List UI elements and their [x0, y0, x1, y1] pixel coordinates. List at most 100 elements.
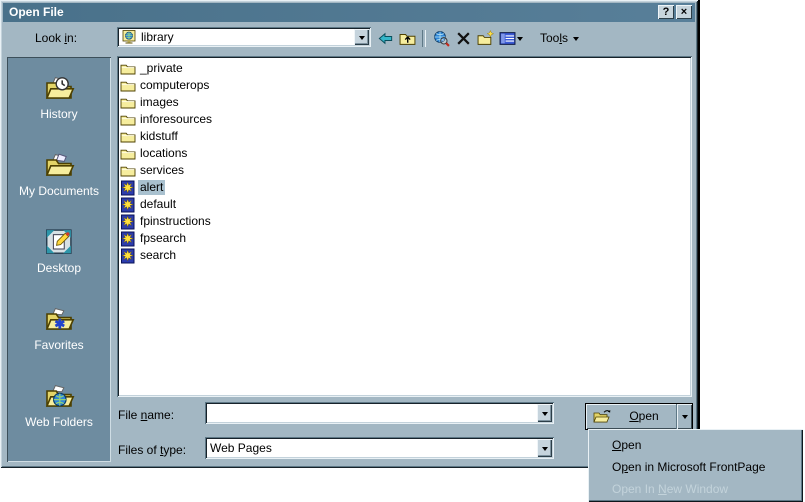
- file-name: services: [138, 163, 186, 178]
- file-name: fpinstructions: [138, 214, 213, 229]
- files-of-type-value: Web Pages: [210, 437, 272, 459]
- web-folder-icon: [121, 29, 137, 45]
- sidebar-item-label: Favorites: [34, 338, 83, 352]
- file-name: search: [138, 248, 178, 263]
- folder-icon: [120, 61, 136, 77]
- views-button[interactable]: [497, 28, 525, 48]
- sidebar-item-my-documents[interactable]: My Documents: [7, 151, 111, 198]
- list-item[interactable]: fpsearch: [120, 230, 689, 247]
- page-background: Open File ? × Look in: library Tools His…: [0, 0, 805, 502]
- chevron-down-icon: [359, 36, 365, 43]
- open-split-dropdown-button[interactable]: [676, 404, 692, 429]
- folder-icon: [120, 95, 136, 111]
- file-name-dropdown-button[interactable]: [537, 404, 552, 422]
- folder-icon: [120, 163, 136, 179]
- my-documents-icon: [42, 151, 76, 179]
- list-item[interactable]: inforesources: [120, 111, 689, 128]
- history-icon: [42, 74, 76, 102]
- sidebar-item-label: History: [40, 107, 77, 121]
- list-item[interactable]: search: [120, 247, 689, 264]
- chevron-down-icon: [542, 412, 548, 419]
- sidebar-item-web-folders[interactable]: Web Folders: [7, 382, 111, 429]
- back-arrow-icon: [377, 30, 394, 47]
- list-item[interactable]: fpinstructions: [120, 213, 689, 230]
- list-item[interactable]: computerops: [120, 77, 689, 94]
- open-button-label: Open: [616, 404, 672, 429]
- open-file-dialog: Open File ? × Look in: library Tools His…: [0, 0, 698, 468]
- file-name-input[interactable]: [209, 405, 532, 420]
- toolbar: Tools: [375, 28, 582, 48]
- help-button[interactable]: ?: [658, 5, 674, 19]
- file-name-combobox: [205, 402, 554, 424]
- tools-menu-button[interactable]: Tools: [537, 28, 582, 48]
- title-bar: Open File ? ×: [3, 3, 695, 22]
- frontpage-file-icon: [120, 231, 136, 247]
- files-of-type-dropdown-button[interactable]: [537, 439, 552, 457]
- sidebar-item-favorites[interactable]: Favorites: [7, 305, 111, 352]
- menu-item-open-in-new-window: Open In New Window: [588, 478, 803, 500]
- delete-icon: [455, 30, 472, 47]
- window-edge: [698, 0, 700, 429]
- sidebar-item-label: Web Folders: [25, 415, 93, 429]
- list-item[interactable]: _private: [120, 60, 689, 77]
- file-name: images: [138, 95, 181, 110]
- frontpage-file-icon: [120, 248, 136, 264]
- frontpage-file-icon: [120, 214, 136, 230]
- sidebar-item-desktop[interactable]: Desktop: [7, 228, 111, 275]
- folder-icon: [120, 78, 136, 94]
- file-name: _private: [138, 61, 185, 76]
- chevron-down-icon: [682, 415, 688, 422]
- open-dropdown-menu: OpenOpen in Microsoft FrontPageOpen In N…: [588, 429, 803, 502]
- list-item[interactable]: locations: [120, 145, 689, 162]
- create-new-folder-button[interactable]: [475, 28, 495, 48]
- web-folders-icon: [42, 382, 76, 410]
- list-item[interactable]: kidstuff: [120, 128, 689, 145]
- file-name: locations: [138, 146, 189, 161]
- file-name-label: File name:: [118, 408, 174, 422]
- places-bar: History My Documents Desktop Favorites Web F…: [7, 57, 111, 462]
- menu-item-open[interactable]: Open: [588, 434, 803, 456]
- toolbar-separator: [422, 30, 426, 47]
- chevron-down-icon: [542, 447, 548, 454]
- close-button[interactable]: ×: [676, 5, 692, 19]
- views-icon: [499, 30, 516, 47]
- open-folder-icon: [593, 409, 612, 424]
- window-title: Open File: [9, 5, 64, 19]
- file-name: fpsearch: [138, 231, 188, 246]
- file-name: default: [138, 197, 178, 212]
- folder-icon: [120, 129, 136, 145]
- look-in-value: library: [141, 27, 174, 47]
- list-item[interactable]: default: [120, 196, 689, 213]
- open-button[interactable]: Open: [585, 403, 693, 430]
- file-name: alert: [138, 180, 165, 195]
- tools-label: Tools: [540, 31, 568, 45]
- chevron-down-icon: [573, 37, 579, 44]
- list-item[interactable]: alert: [120, 179, 689, 196]
- sidebar-item-label: Desktop: [37, 261, 81, 275]
- look-in-dropdown-button[interactable]: [354, 29, 369, 45]
- file-name: inforesources: [138, 112, 214, 127]
- list-item[interactable]: images: [120, 94, 689, 111]
- folder-icon: [120, 112, 136, 128]
- frontpage-file-icon: [120, 180, 136, 196]
- menu-item-open-in-microsoft-frontpage[interactable]: Open in Microsoft FrontPage: [588, 456, 803, 478]
- file-list: _privatecomputeropsimages inforesources ki…: [117, 56, 692, 397]
- desktop-icon: [42, 228, 76, 256]
- list-item[interactable]: services: [120, 162, 689, 179]
- back-arrow-button[interactable]: [375, 28, 395, 48]
- delete-button[interactable]: [453, 28, 473, 48]
- create-new-folder-icon: [477, 30, 494, 47]
- look-in-combobox[interactable]: library: [117, 27, 371, 47]
- up-one-level-button[interactable]: [397, 28, 417, 48]
- search-the-web-icon: [433, 30, 450, 47]
- search-the-web-button[interactable]: [431, 28, 451, 48]
- folder-icon: [120, 146, 136, 162]
- files-of-type-combobox[interactable]: Web Pages: [205, 437, 554, 459]
- file-name: kidstuff: [138, 129, 180, 144]
- look-in-label: Look in:: [35, 31, 77, 45]
- frontpage-file-icon: [120, 197, 136, 213]
- sidebar-item-history[interactable]: History: [7, 74, 111, 121]
- files-of-type-label: Files of type:: [118, 443, 186, 457]
- favorites-icon: [42, 305, 76, 333]
- sidebar-item-label: My Documents: [19, 184, 99, 198]
